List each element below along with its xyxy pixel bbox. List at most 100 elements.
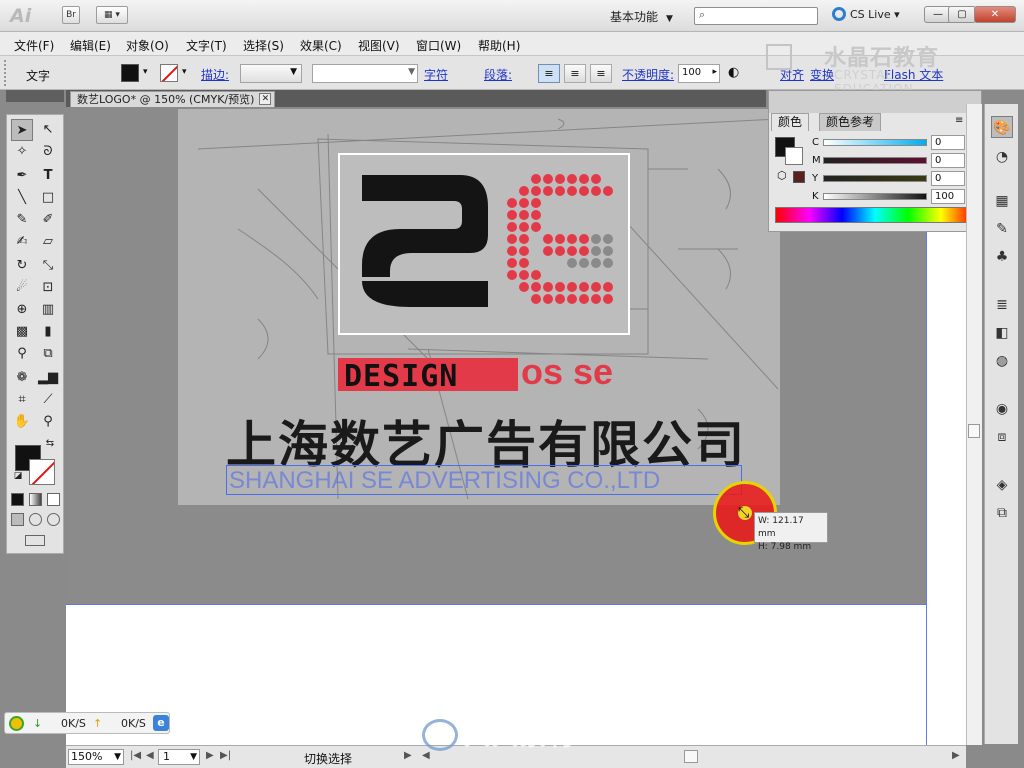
artboards-icon[interactable]: ⧉: [991, 502, 1013, 524]
gradient-tool-icon[interactable]: ▮: [37, 321, 59, 343]
vertical-scrollbar[interactable]: [966, 104, 982, 745]
horizontal-scroll-thumb[interactable]: [684, 750, 698, 763]
company-name-en-selected[interactable]: SHANGHAI SE ADVERTISING CO.,LTD: [226, 465, 742, 495]
blend-tool-icon[interactable]: ⧉: [37, 343, 59, 365]
zoom-tool-icon[interactable]: ⚲: [37, 411, 59, 433]
close-tab-icon[interactable]: ✕: [259, 93, 272, 105]
color-guide-icon[interactable]: ◔: [991, 146, 1013, 168]
fill-swatch[interactable]: [121, 64, 139, 82]
cyan-input[interactable]: 0: [931, 135, 965, 150]
draw-behind-icon[interactable]: [29, 513, 42, 526]
selection-tool-icon[interactable]: ➤: [11, 119, 33, 141]
align-center-button[interactable]: ≡: [564, 64, 586, 83]
shape-builder-tool-icon[interactable]: ⊕: [11, 299, 33, 321]
arrange-documents-button[interactable]: ▦ ▾: [96, 6, 128, 24]
magenta-input[interactable]: 0: [931, 153, 965, 168]
artboard-tool-icon[interactable]: ⌗: [11, 389, 33, 411]
magenta-slider[interactable]: [823, 157, 927, 164]
last-artboard-icon[interactable]: ▶|: [220, 750, 231, 761]
previous-artboard-icon[interactable]: ◀: [146, 750, 154, 761]
font-family-select[interactable]: ▼: [312, 64, 418, 83]
graphic-styles-icon[interactable]: ⧈: [991, 426, 1013, 448]
grip-handle[interactable]: [4, 60, 8, 86]
first-artboard-icon[interactable]: |◀: [130, 750, 141, 761]
pen-tool-icon[interactable]: ✒: [11, 165, 33, 187]
stroke-link[interactable]: 描边:: [201, 66, 229, 83]
symbols-icon[interactable]: ♣: [991, 246, 1013, 268]
toolbox-grip[interactable]: [6, 104, 64, 112]
color-panel-icon[interactable]: 🎨: [991, 116, 1013, 138]
tab-color-guide[interactable]: 颜色参考: [819, 113, 882, 131]
toolbox-header[interactable]: [6, 90, 64, 102]
cs-live-button[interactable]: CS Live ▾: [832, 7, 900, 21]
os-se-text[interactable]: os se: [521, 351, 613, 393]
stroke-icon[interactable]: ≣: [991, 294, 1013, 316]
scale-tool-icon[interactable]: ⤡: [37, 255, 59, 277]
close-button[interactable]: ✕: [974, 6, 1016, 23]
gradient-mode-icon[interactable]: [29, 493, 42, 506]
character-link[interactable]: 字符: [424, 66, 448, 83]
menu-object[interactable]: 对象(O): [126, 37, 169, 54]
stroke-color-icon[interactable]: [29, 459, 55, 485]
maximize-button[interactable]: ▢: [948, 6, 976, 23]
stroke-swatch[interactable]: [160, 64, 178, 82]
eyedropper-tool-icon[interactable]: ⚲: [11, 343, 33, 365]
none-mode-icon[interactable]: [47, 493, 60, 506]
zoom-select[interactable]: 150% ▼: [68, 749, 124, 765]
out-of-gamut-swatch[interactable]: [793, 171, 805, 183]
blob-brush-tool-icon[interactable]: ✍: [11, 231, 33, 253]
menu-type[interactable]: 文字(T): [186, 37, 227, 54]
yellow-slider[interactable]: [823, 175, 927, 182]
free-transform-tool-icon[interactable]: ⊡: [37, 277, 59, 299]
symbol-sprayer-tool-icon[interactable]: ❁: [11, 367, 33, 389]
bridge-button[interactable]: Br: [62, 6, 80, 24]
tab-color[interactable]: 颜色: [771, 113, 810, 131]
logo-image-frame[interactable]: [338, 153, 630, 335]
cyan-slider[interactable]: [823, 139, 927, 146]
paintbrush-tool-icon[interactable]: ✎: [11, 209, 33, 231]
column-graph-tool-icon[interactable]: ▂▆: [37, 367, 59, 389]
opacity-input[interactable]: 100 ▸: [678, 64, 720, 83]
line-tool-icon[interactable]: ╲: [11, 187, 33, 209]
browser-icon[interactable]: e: [153, 715, 169, 731]
swatches-icon[interactable]: ▦: [991, 190, 1013, 212]
draw-normal-icon[interactable]: [11, 513, 24, 526]
align-right-button[interactable]: ≡: [590, 64, 612, 83]
status-mode[interactable]: 切换选择: [304, 750, 352, 767]
paragraph-link[interactable]: 段落:: [484, 66, 512, 83]
eraser-tool-icon[interactable]: ▱: [37, 231, 59, 253]
mesh-tool-icon[interactable]: ▩: [11, 321, 33, 343]
hand-tool-icon[interactable]: ✋: [11, 411, 33, 433]
pencil-tool-icon[interactable]: ✐: [37, 209, 59, 231]
screen-mode-icon[interactable]: [25, 535, 45, 546]
menu-help[interactable]: 帮助(H): [478, 37, 520, 54]
color-spectrum[interactable]: [775, 207, 975, 223]
menu-view[interactable]: 视图(V): [358, 37, 400, 54]
warp-tool-icon[interactable]: ☄: [11, 277, 33, 299]
scroll-right-icon[interactable]: ▶: [952, 750, 960, 761]
opacity-link[interactable]: 不透明度:: [622, 66, 674, 83]
rectangle-tool-icon[interactable]: □: [37, 187, 59, 209]
swap-colors-icon[interactable]: ⇆: [43, 437, 57, 451]
panel-stroke-icon[interactable]: [785, 147, 803, 165]
design-text-block[interactable]: DESIGN: [338, 358, 518, 394]
menu-window[interactable]: 窗口(W): [416, 37, 461, 54]
align-left-button[interactable]: ≡: [538, 64, 560, 83]
rotate-tool-icon[interactable]: ↻: [11, 255, 33, 277]
chevron-down-icon[interactable]: ▾: [143, 67, 148, 77]
yellow-input[interactable]: 0: [931, 171, 965, 186]
chevron-down-icon[interactable]: ▾: [182, 67, 187, 77]
recolor-icon[interactable]: ◐: [728, 65, 739, 80]
draw-inside-icon[interactable]: [47, 513, 60, 526]
layers-icon[interactable]: ◈: [991, 474, 1013, 496]
lasso-tool-icon[interactable]: ᘐ: [37, 141, 59, 163]
color-mode-icon[interactable]: [11, 493, 24, 506]
menu-edit[interactable]: 编辑(E): [70, 37, 111, 54]
black-input[interactable]: 100: [931, 189, 965, 204]
appearance-icon[interactable]: ◉: [991, 398, 1013, 420]
type-tool-icon[interactable]: T: [37, 165, 59, 187]
perspective-grid-tool-icon[interactable]: ▥: [37, 299, 59, 321]
default-colors-icon[interactable]: ◪: [11, 469, 25, 483]
search-input[interactable]: ⌕: [694, 7, 818, 25]
next-artboard-icon[interactable]: ▶: [206, 750, 214, 761]
